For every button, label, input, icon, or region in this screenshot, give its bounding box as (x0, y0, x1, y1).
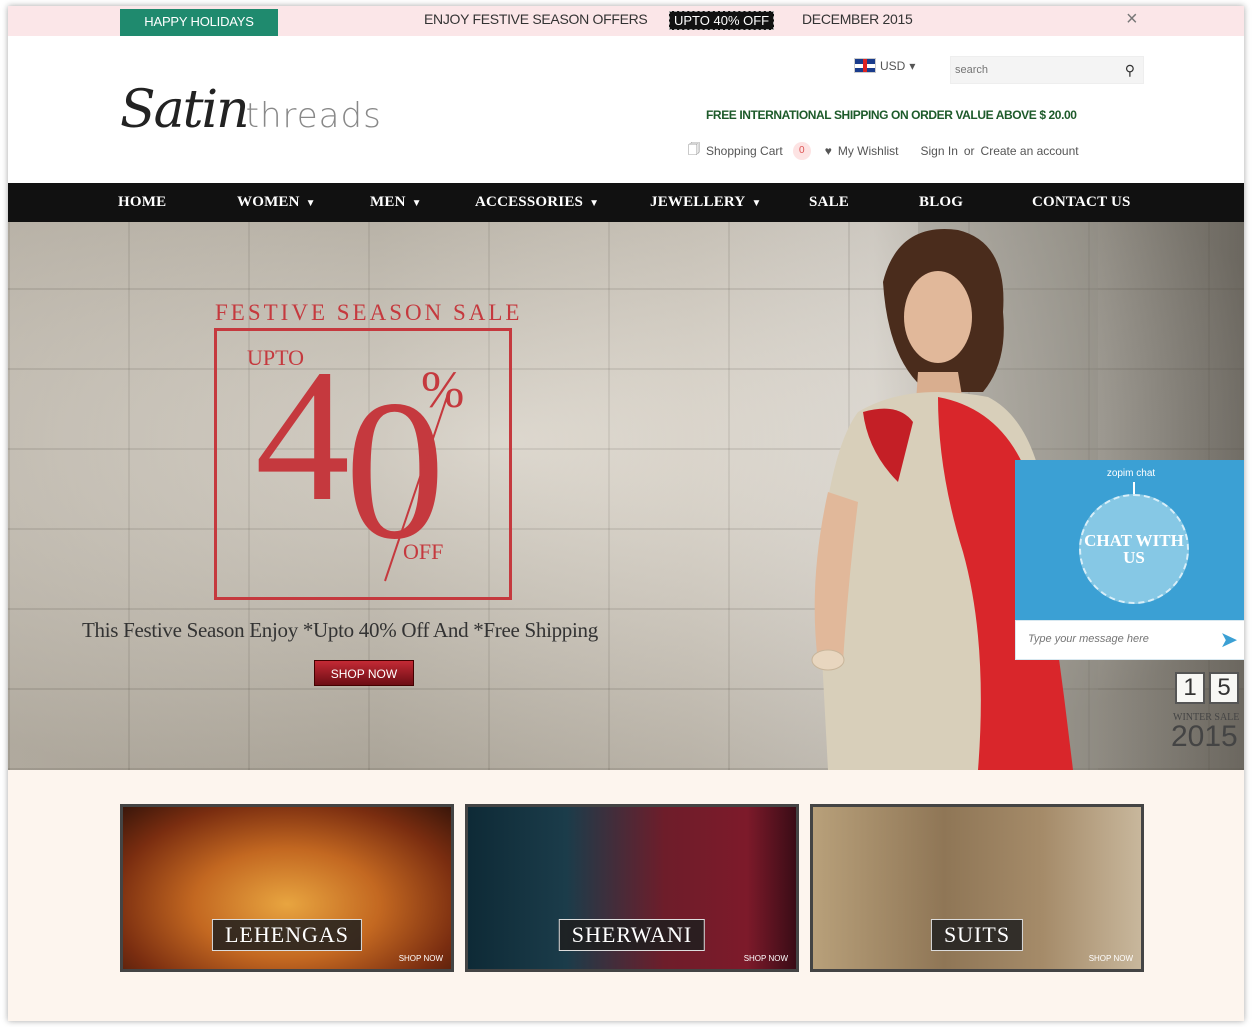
nav-home-label: HOME (118, 194, 167, 210)
currency-value: USD (880, 58, 906, 73)
wishlist-link[interactable]: My Wishlist (838, 144, 899, 158)
currency-selector[interactable]: USD ▾ (854, 58, 915, 73)
site-header: Satinthreads USD ▾ ⚲ FREE INTERNATIONAL … (8, 36, 1244, 183)
nav-jewellery[interactable]: JEWELLERY ▼ (650, 194, 762, 211)
free-shipping-banner: FREE INTERNATIONAL SHIPPING ON ORDER VAL… (706, 108, 1077, 122)
category-shop-now[interactable]: SHOP NOW (399, 954, 443, 963)
promo-offers-text: ENJOY FESTIVE SEASON OFFERS (424, 11, 648, 27)
happy-holidays-badge: HAPPY HOLIDAYS (120, 9, 278, 36)
sale-box: UPTO 4 0 % OFF (214, 328, 512, 600)
calendar-digit-five: 5 (1209, 672, 1239, 704)
category-shop-now[interactable]: SHOP NOW (744, 954, 788, 963)
festive-season-heading: FESTIVE SEASON SALE (215, 300, 523, 325)
search-box: ⚲ (950, 56, 1144, 84)
chat-brand: zopim chat (1106, 468, 1156, 479)
sign-in-link[interactable]: Sign In (921, 144, 958, 158)
promo-upto-badge: UPTO 40% OFF (669, 11, 775, 30)
main-nav: HOME WOMEN ▼ MEN ▼ ACCESSORIES ▼ JEWELLERY ▼… (8, 183, 1244, 222)
cart-count-badge: 0 (792, 141, 811, 160)
uk-flag-icon (854, 58, 876, 73)
sale-slash-line (384, 390, 450, 582)
nav-jewellery-label: JEWELLERY (650, 194, 746, 210)
promo-bar: HAPPY HOLIDAYS ENJOY FESTIVE SEASON OFFE… (8, 6, 1244, 36)
hero-tagline: This Festive Season Enjoy *Upto 40% Off … (82, 618, 598, 642)
heart-icon[interactable]: ♥ (825, 144, 832, 158)
nav-blog[interactable]: BLOG (919, 194, 963, 211)
chevron-down-icon: ▾ (909, 58, 916, 73)
calendar-year: 2015 (1171, 720, 1238, 753)
cart-icon[interactable]: 🗍 (688, 140, 700, 161)
chat-message-input[interactable] (1016, 621, 1206, 657)
browser-frame: HAPPY HOLIDAYS ENJOY FESTIVE SEASON OFFE… (8, 6, 1244, 1021)
nav-home[interactable]: HOME (118, 194, 166, 211)
category-shop-now[interactable]: SHOP NOW (1089, 954, 1133, 963)
nav-men[interactable]: MEN ▼ (370, 194, 422, 211)
logo-thin-text: threads (245, 96, 382, 136)
page: HAPPY HOLIDAYS ENJOY FESTIVE SEASON OFFE… (0, 0, 1252, 1027)
category-label: SUITS (930, 919, 1024, 951)
category-suits[interactable]: SUITS SHOP NOW (810, 804, 1144, 972)
or-text: or (963, 143, 975, 158)
nav-men-label: MEN (370, 194, 406, 210)
winter-sale-calendar: 1 5 WINTER SALE 2015 (1171, 662, 1244, 770)
nav-blog-label: BLOG (919, 194, 964, 210)
nav-sale-label: SALE (809, 194, 849, 210)
chevron-down-icon: ▼ (589, 198, 600, 209)
logo[interactable]: Satinthreads (120, 80, 382, 150)
category-label: SHERWANI (558, 919, 706, 951)
chevron-down-icon: ▼ (411, 198, 422, 209)
nav-contact-label: CONTACT US (1032, 194, 1131, 210)
nav-sale[interactable]: SALE (809, 194, 849, 211)
create-account-link[interactable]: Create an account (981, 144, 1079, 158)
category-tiles: LEHENGAS SHOP NOW SHERWANI SHOP NOW SUIT… (8, 770, 1244, 1021)
send-icon[interactable]: ➤ (1220, 627, 1238, 653)
category-sherwani[interactable]: SHERWANI SHOP NOW (465, 804, 799, 972)
shop-now-button[interactable]: SHOP NOW (314, 660, 414, 686)
chat-widget[interactable]: zopim chat CHAT WITH US ➤ (1015, 460, 1244, 660)
logo-script-text: Satin (120, 80, 250, 140)
promo-date-text: DECEMBER 2015 (802, 11, 913, 27)
chevron-down-icon: ▼ (305, 198, 316, 209)
nav-accessories-label: ACCESSORIES (475, 194, 584, 210)
calendar-digit-one: 1 (1175, 672, 1205, 704)
user-links: 🗍 Shopping Cart 0 ♥ My Wishlist Sign In … (688, 140, 1079, 161)
category-lehengas[interactable]: LEHENGAS SHOP NOW (120, 804, 454, 972)
category-label: LEHENGAS (211, 919, 363, 951)
nav-women-label: WOMEN (237, 194, 300, 210)
search-input[interactable] (951, 57, 1111, 83)
chat-with-us-tag[interactable]: CHAT WITH US (1079, 494, 1189, 604)
nav-contact-us[interactable]: CONTACT US (1032, 194, 1131, 211)
shopping-cart-link[interactable]: Shopping Cart (706, 144, 783, 158)
chevron-down-icon: ▼ (751, 198, 762, 209)
close-icon[interactable]: × (1126, 8, 1138, 31)
nav-women[interactable]: WOMEN ▼ (237, 194, 316, 211)
search-icon[interactable]: ⚲ (1125, 62, 1135, 79)
nav-accessories[interactable]: ACCESSORIES ▼ (475, 194, 599, 211)
chat-input-box: ➤ (1015, 620, 1244, 660)
